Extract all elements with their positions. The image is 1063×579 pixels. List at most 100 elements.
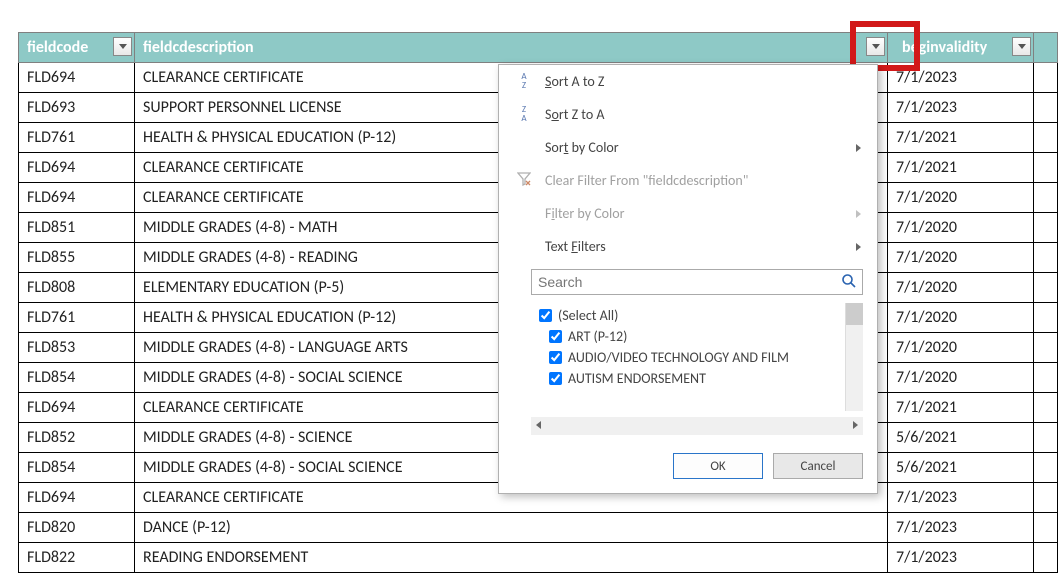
cell-beginvalidity[interactable]: 7/1/2021 bbox=[888, 393, 1034, 423]
sort-za-label: Sort Z to A bbox=[545, 106, 605, 123]
sort-color-label: Sort by Color bbox=[545, 139, 619, 156]
cell-beginvalidity[interactable]: 7/1/2020 bbox=[888, 183, 1034, 213]
cell-fieldcode[interactable]: FLD854 bbox=[19, 363, 135, 393]
cell-beginvalidity[interactable]: 7/1/2023 bbox=[888, 513, 1034, 543]
cell-extra[interactable] bbox=[1034, 393, 1058, 423]
sort-za-icon: ZA bbox=[515, 106, 533, 122]
cell-fieldcdescription[interactable]: READING ENDORSEMENT bbox=[135, 543, 888, 573]
cell-extra[interactable] bbox=[1034, 543, 1058, 573]
filter-value-item[interactable]: AUDIO/VIDEO TECHNOLOGY AND FILM bbox=[535, 347, 841, 368]
cell-fieldcode[interactable]: FLD694 bbox=[19, 483, 135, 513]
search-input[interactable] bbox=[531, 269, 863, 295]
chevron-down-icon bbox=[872, 44, 880, 49]
filter-value-checkbox[interactable] bbox=[549, 330, 562, 343]
header-beginvalidity[interactable]: beginvalidity bbox=[888, 33, 1034, 63]
cell-fieldcode[interactable]: FLD694 bbox=[19, 393, 135, 423]
cell-fieldcode[interactable]: FLD853 bbox=[19, 333, 135, 363]
cell-fieldcdescription[interactable]: DANCE (P-12) bbox=[135, 513, 888, 543]
cell-beginvalidity[interactable]: 7/1/2020 bbox=[888, 333, 1034, 363]
select-all-checkbox[interactable] bbox=[539, 309, 552, 322]
cell-extra[interactable] bbox=[1034, 183, 1058, 213]
select-all-item[interactable]: (Select All) bbox=[535, 305, 841, 326]
cancel-button[interactable]: Cancel bbox=[773, 453, 863, 479]
chevron-right-icon bbox=[856, 144, 861, 152]
cell-beginvalidity[interactable]: 7/1/2020 bbox=[888, 243, 1034, 273]
header-fieldcode[interactable]: fieldcode bbox=[19, 33, 135, 63]
button-row: OK Cancel bbox=[499, 445, 877, 493]
cell-fieldcode[interactable]: FLD694 bbox=[19, 153, 135, 183]
filter-value-checkbox[interactable] bbox=[549, 351, 562, 364]
cell-extra[interactable] bbox=[1034, 213, 1058, 243]
header-label-fieldcdescription: fieldcdescription bbox=[143, 38, 254, 57]
filter-color-label: Filter by Color bbox=[545, 205, 625, 222]
vertical-scrollbar[interactable] bbox=[845, 303, 863, 411]
cell-fieldcode[interactable]: FLD855 bbox=[19, 243, 135, 273]
filter-values-list[interactable]: (Select All) ART (P-12) AUDIO/VIDEO TECH… bbox=[531, 303, 845, 411]
cell-fieldcode[interactable]: FLD761 bbox=[19, 303, 135, 333]
cell-fieldcode[interactable]: FLD694 bbox=[19, 183, 135, 213]
cell-extra[interactable] bbox=[1034, 243, 1058, 273]
cell-fieldcode[interactable]: FLD693 bbox=[19, 93, 135, 123]
cell-fieldcode[interactable]: FLD822 bbox=[19, 543, 135, 573]
cell-extra[interactable] bbox=[1034, 123, 1058, 153]
sort-by-color[interactable]: Sort by Color bbox=[499, 131, 877, 164]
cell-fieldcode[interactable]: FLD852 bbox=[19, 423, 135, 453]
table-row[interactable]: FLD822READING ENDORSEMENT7/1/2023 bbox=[19, 543, 1058, 573]
text-filters-label: Text Filters bbox=[545, 238, 606, 255]
cell-beginvalidity[interactable]: 5/6/2021 bbox=[888, 453, 1034, 483]
cell-beginvalidity[interactable]: 7/1/2020 bbox=[888, 213, 1034, 243]
cell-beginvalidity[interactable]: 7/1/2023 bbox=[888, 63, 1034, 93]
cell-fieldcode[interactable]: FLD808 bbox=[19, 273, 135, 303]
filter-value-checkbox[interactable] bbox=[549, 372, 562, 385]
cell-fieldcode[interactable]: FLD761 bbox=[19, 123, 135, 153]
cell-fieldcode[interactable]: FLD820 bbox=[19, 513, 135, 543]
filter-value-item[interactable]: ART (P-12) bbox=[535, 326, 841, 347]
header-label-fieldcode: fieldcode bbox=[27, 38, 88, 57]
filter-value-item[interactable]: AUTISM ENDORSEMENT bbox=[535, 368, 841, 389]
cell-extra[interactable] bbox=[1034, 303, 1058, 333]
ok-button[interactable]: OK bbox=[673, 453, 763, 479]
cell-beginvalidity[interactable]: 7/1/2020 bbox=[888, 273, 1034, 303]
header-fieldcdescription[interactable]: fieldcdescription bbox=[135, 33, 888, 63]
filter-button-fieldcode[interactable] bbox=[113, 37, 132, 56]
cell-extra[interactable] bbox=[1034, 333, 1058, 363]
search-icon bbox=[841, 273, 857, 289]
table-row[interactable]: FLD820DANCE (P-12)7/1/2023 bbox=[19, 513, 1058, 543]
cell-beginvalidity[interactable]: 7/1/2020 bbox=[888, 303, 1034, 333]
header-row: fieldcode fieldcdescription beginvalidit… bbox=[19, 33, 1058, 63]
chevron-down-icon bbox=[1018, 44, 1026, 49]
cell-beginvalidity[interactable]: 7/1/2023 bbox=[888, 93, 1034, 123]
cell-fieldcode[interactable]: FLD694 bbox=[19, 63, 135, 93]
cell-extra[interactable] bbox=[1034, 453, 1058, 483]
cell-extra[interactable] bbox=[1034, 483, 1058, 513]
cell-extra[interactable] bbox=[1034, 273, 1058, 303]
filter-value-label: AUTISM ENDORSEMENT bbox=[568, 370, 706, 387]
filter-values-area: (Select All) ART (P-12) AUDIO/VIDEO TECH… bbox=[531, 303, 863, 411]
cell-extra[interactable] bbox=[1034, 423, 1058, 453]
cell-fieldcode[interactable]: FLD854 bbox=[19, 453, 135, 483]
cell-beginvalidity[interactable]: 7/1/2021 bbox=[888, 123, 1034, 153]
filter-button-beginvalidity[interactable] bbox=[1012, 37, 1031, 56]
cell-beginvalidity[interactable]: 7/1/2023 bbox=[888, 543, 1034, 573]
horizontal-scrollbar[interactable] bbox=[531, 417, 863, 435]
autofilter-popup: AZ Sort A to Z ZA Sort Z to A Sort by Co… bbox=[498, 64, 878, 494]
cell-fieldcode[interactable]: FLD851 bbox=[19, 213, 135, 243]
cell-extra[interactable] bbox=[1034, 363, 1058, 393]
cell-extra[interactable] bbox=[1034, 513, 1058, 543]
chevron-down-icon bbox=[119, 44, 127, 49]
filter-button-fieldcdescription[interactable] bbox=[866, 37, 885, 56]
sort-az-label: Sort A to Z bbox=[545, 73, 604, 90]
sort-a-to-z[interactable]: AZ Sort A to Z bbox=[499, 65, 877, 98]
scrollbar-thumb[interactable] bbox=[846, 303, 863, 325]
cell-extra[interactable] bbox=[1034, 93, 1058, 123]
cell-beginvalidity[interactable]: 7/1/2021 bbox=[888, 153, 1034, 183]
sort-z-to-a[interactable]: ZA Sort Z to A bbox=[499, 98, 877, 131]
scroll-right-icon bbox=[853, 421, 858, 429]
cell-beginvalidity[interactable]: 5/6/2021 bbox=[888, 423, 1034, 453]
cell-beginvalidity[interactable]: 7/1/2023 bbox=[888, 483, 1034, 513]
cell-extra[interactable] bbox=[1034, 153, 1058, 183]
cell-beginvalidity[interactable]: 7/1/2020 bbox=[888, 363, 1034, 393]
text-filters[interactable]: Text Filters bbox=[499, 230, 877, 263]
cell-extra[interactable] bbox=[1034, 63, 1058, 93]
filter-value-label: AUDIO/VIDEO TECHNOLOGY AND FILM bbox=[568, 349, 789, 366]
